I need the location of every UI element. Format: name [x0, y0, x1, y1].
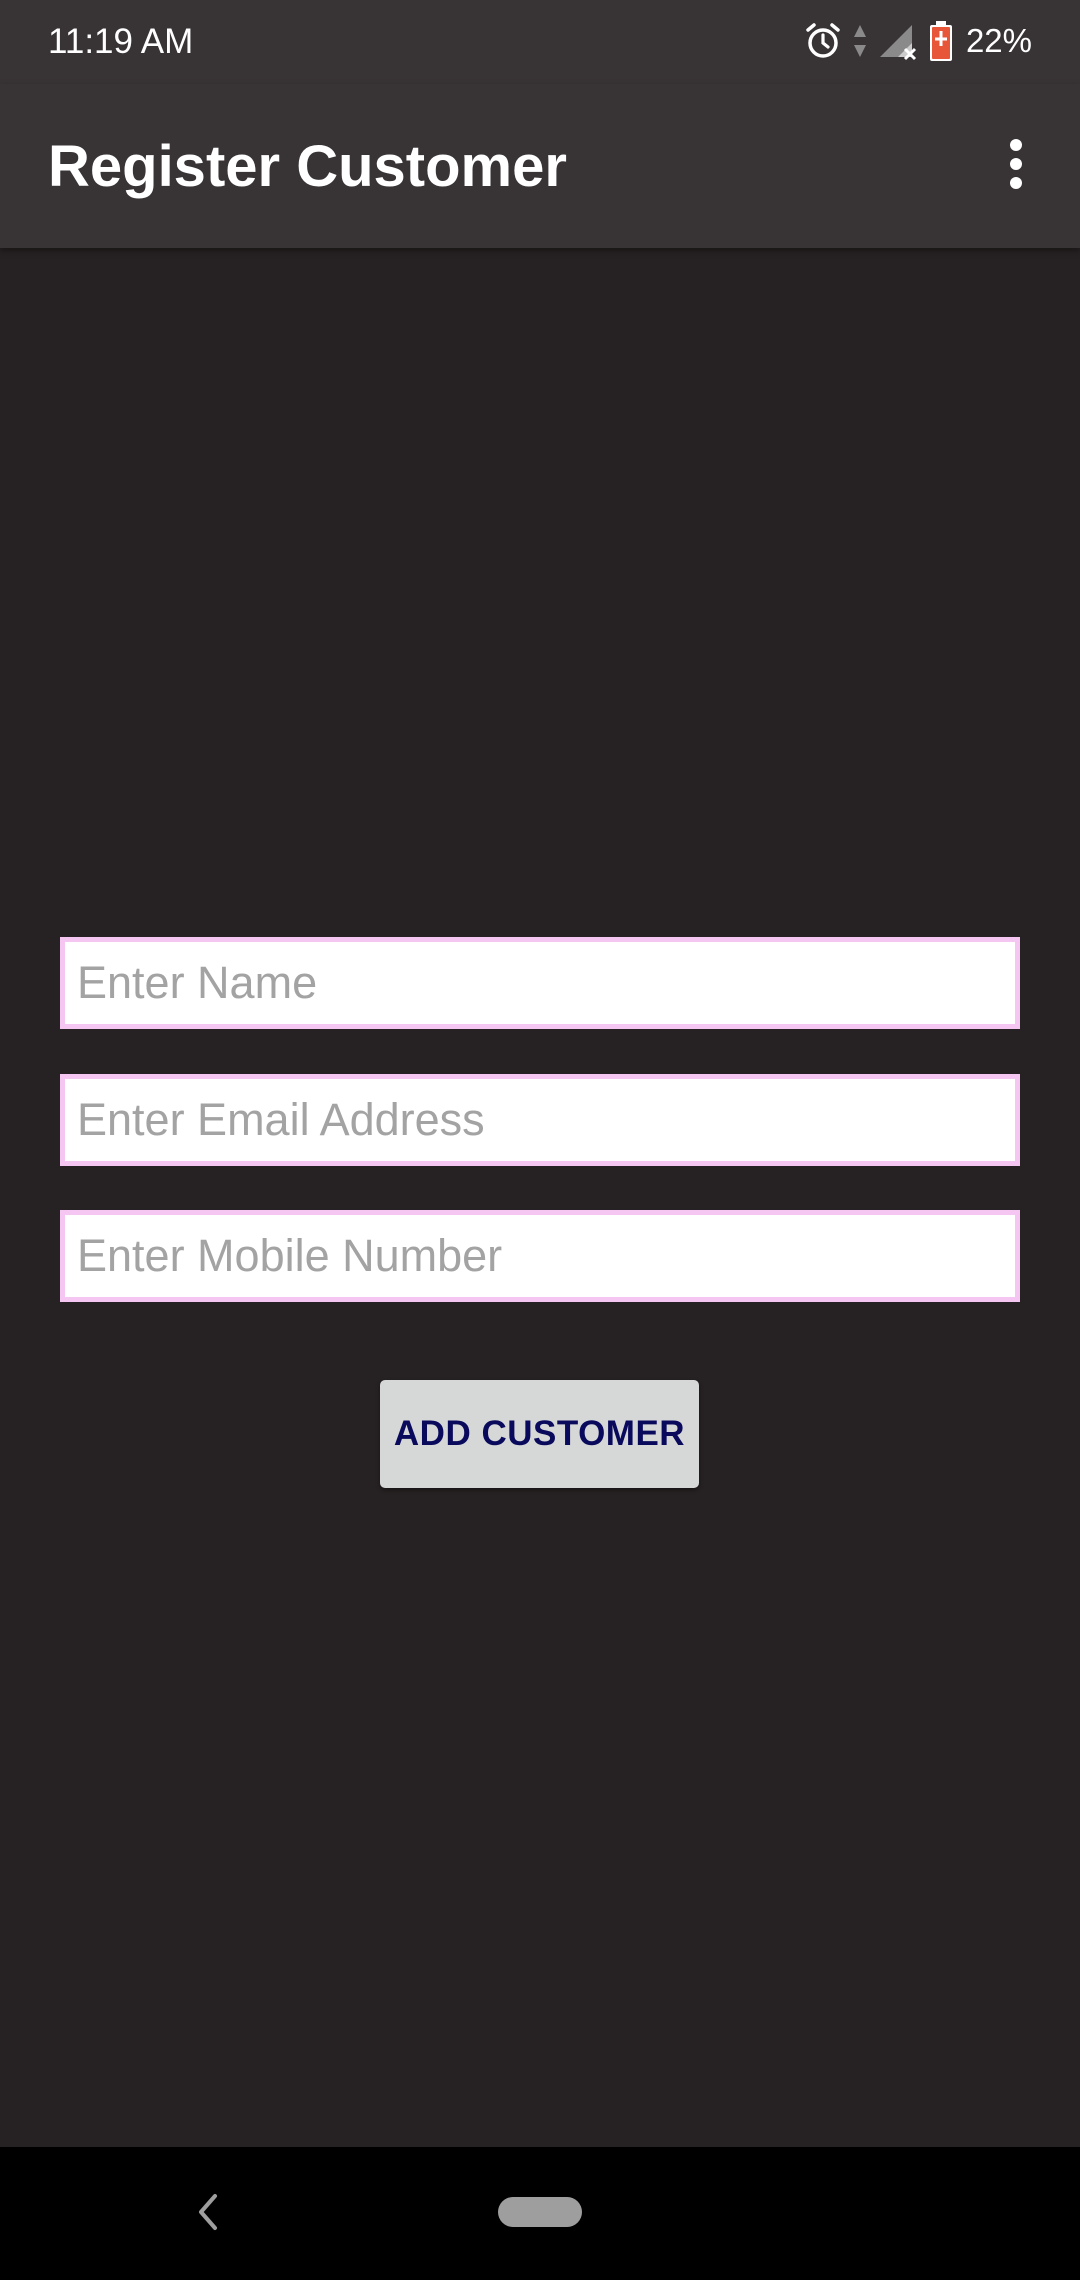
- name-input[interactable]: [65, 942, 1015, 1024]
- home-pill-icon[interactable]: [498, 2197, 582, 2227]
- status-time: 11:19 AM: [48, 22, 194, 61]
- email-input[interactable]: [65, 1079, 1015, 1161]
- navigation-bar: [0, 2147, 1080, 2280]
- more-options-button[interactable]: [976, 124, 1056, 208]
- email-field: [60, 1074, 1020, 1166]
- add-customer-button[interactable]: ADD CUSTOMER: [380, 1380, 699, 1488]
- back-button[interactable]: [186, 2187, 230, 2241]
- chevron-left-icon: [195, 2192, 221, 2237]
- page-title: Register Customer: [48, 134, 567, 199]
- signal-no-service-icon: [878, 21, 918, 61]
- battery-low-icon: [928, 20, 954, 62]
- mobile-field: [60, 1210, 1020, 1302]
- data-arrows-icon: [852, 23, 868, 59]
- status-bar: 11:19 AM 22%: [0, 0, 1080, 84]
- name-field: [60, 937, 1020, 1029]
- more-vert-icon: [1008, 138, 1024, 195]
- app-bar: Register Customer: [0, 84, 1080, 248]
- status-icons: 22%: [794, 18, 1032, 64]
- mobile-input[interactable]: [65, 1215, 1015, 1297]
- alarm-icon: [804, 21, 842, 61]
- battery-percent: 22%: [965, 22, 1032, 59]
